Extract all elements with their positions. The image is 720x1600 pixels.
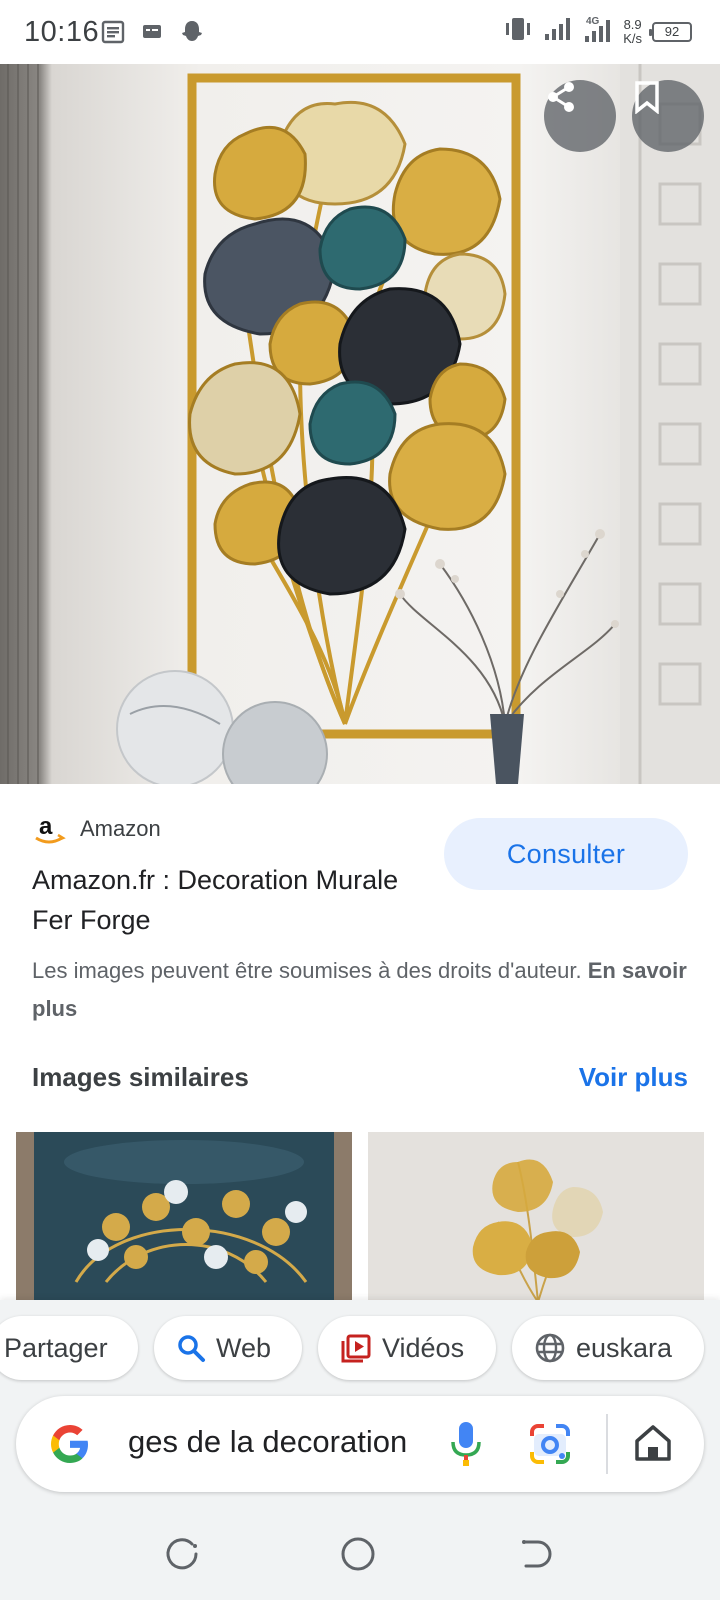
similar-images-heading: Images similaires (32, 1062, 249, 1092)
hero-image[interactable] (0, 64, 720, 784)
amazon-logo-icon: a (32, 812, 66, 846)
status-bar: 10:16 4G 8.9 K/s 92 (0, 0, 720, 64)
home-icon[interactable] (632, 1422, 674, 1464)
ginkgo-thumbnail-light (368, 1132, 704, 1302)
search-divider (606, 1414, 608, 1474)
share-icon (548, 82, 574, 112)
chip-language-label: euskara (576, 1332, 673, 1363)
vibrate-icon (503, 15, 533, 48)
back-icon[interactable] (516, 1534, 556, 1574)
signal-4g-icon: 4G (583, 14, 613, 49)
google-logo-icon (51, 1425, 88, 1463)
source-row[interactable]: a Amazon (32, 812, 161, 846)
svg-text:a: a (39, 813, 53, 840)
recent-apps-icon[interactable] (162, 1534, 202, 1574)
search-bar[interactable]: ges de la decoration (16, 1396, 704, 1492)
google-lens-icon[interactable] (528, 1422, 572, 1466)
copyright-notice: Les images peuvent être soumises à des d… (32, 952, 692, 1028)
battery-indicator: 92 (649, 21, 692, 42)
chip-web[interactable]: Web (154, 1316, 302, 1380)
chip-share-label: Partager (4, 1332, 108, 1363)
similar-image-2[interactable] (368, 1132, 704, 1302)
home-nav-icon[interactable] (338, 1534, 378, 1574)
result-title[interactable]: Amazon.fr : Decoration Murale Fer Forge (32, 860, 412, 940)
status-time: 10:16 (24, 16, 100, 48)
similar-image-1[interactable] (16, 1132, 352, 1302)
svg-text:4G: 4G (586, 16, 600, 27)
chip-videos-label: Vidéos (382, 1332, 465, 1363)
snapchat-icon (178, 18, 206, 51)
chip-videos[interactable]: Vidéos (318, 1316, 496, 1380)
microphone-icon[interactable] (446, 1418, 486, 1470)
search-icon (178, 1335, 205, 1362)
network-speed: 8.9 K/s (623, 16, 642, 46)
signal-icon (543, 16, 573, 47)
ginkgo-thumbnail-dark (16, 1132, 352, 1302)
globe-icon (535, 1333, 565, 1363)
source-name: Amazon (80, 816, 161, 841)
chip-language[interactable]: euskara (512, 1316, 704, 1380)
chip-share[interactable]: Partager (0, 1316, 138, 1380)
search-query[interactable]: ges de la decoration (128, 1424, 428, 1468)
notification-icons (100, 18, 206, 51)
bookmark-icon (635, 81, 659, 114)
message-icon (140, 20, 164, 49)
system-navigation-bar (0, 1508, 720, 1600)
copyright-text: Les images peuvent être soumises à des d… (32, 958, 582, 983)
see-more-link[interactable]: Voir plus (579, 1062, 688, 1093)
consult-button[interactable]: Consulter (444, 818, 688, 890)
share-button[interactable] (544, 80, 616, 152)
ginkgo-wall-art-image (7, 64, 720, 784)
chip-web-label: Web (216, 1332, 272, 1363)
system-icons: 4G 8.9 K/s 92 (503, 14, 692, 49)
news-icon (100, 19, 126, 50)
save-bookmark-button[interactable] (632, 80, 704, 152)
video-icon (341, 1334, 371, 1363)
